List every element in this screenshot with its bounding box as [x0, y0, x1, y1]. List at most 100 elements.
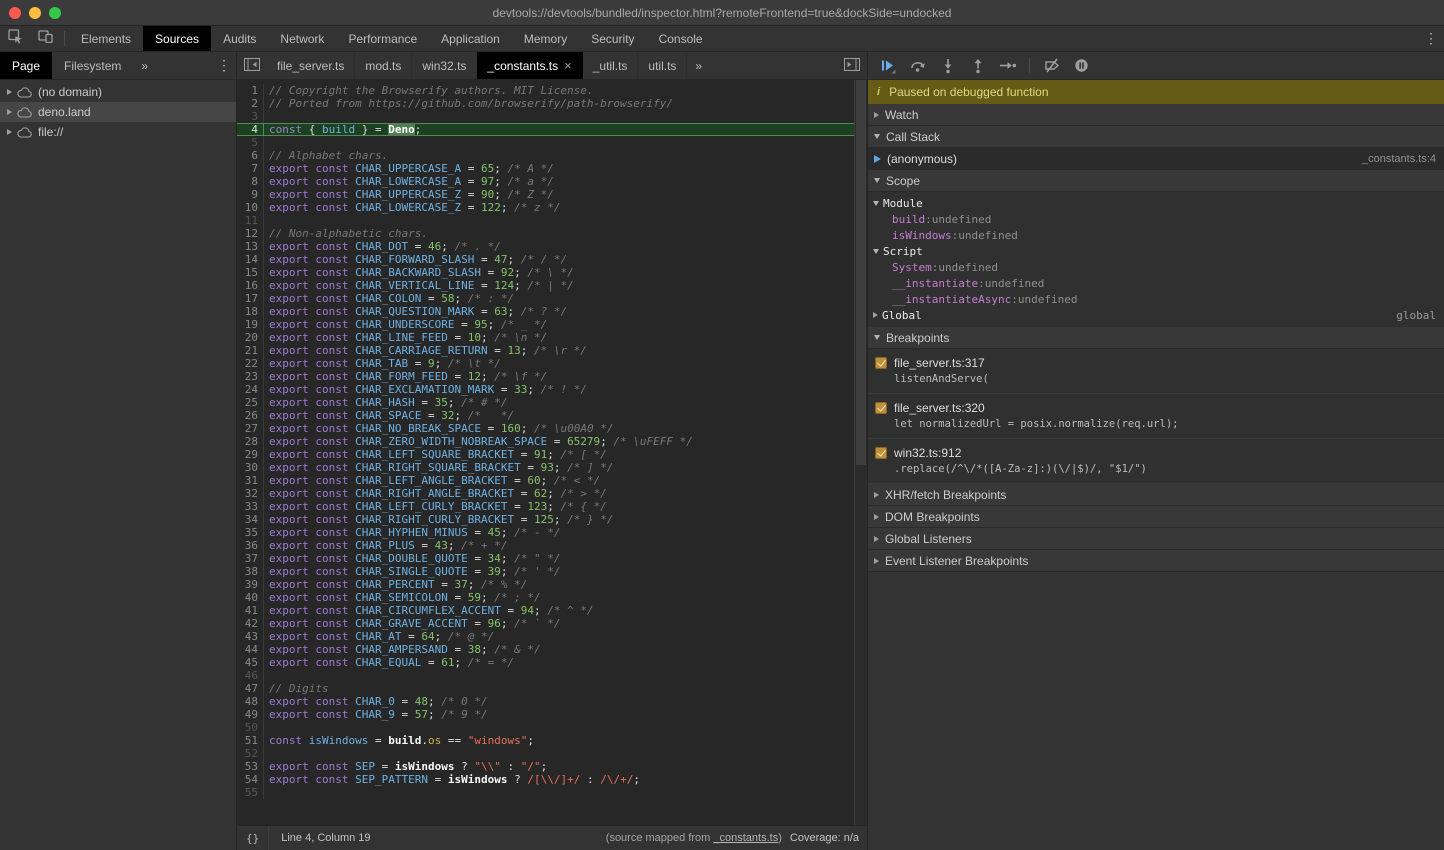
section-breakpoints[interactable]: Breakpoints — [868, 327, 1444, 349]
line-number[interactable]: 41 — [237, 604, 264, 617]
line-number[interactable]: 48 — [237, 695, 264, 708]
line-number[interactable]: 45 — [237, 656, 264, 669]
step-button[interactable] — [994, 54, 1021, 78]
hide-navigator-button[interactable] — [237, 52, 267, 79]
hide-debugger-sidebar-button[interactable] — [837, 52, 867, 79]
code-editor[interactable]: 1// Copyright the Browserify authors. MI… — [237, 80, 867, 825]
line-number[interactable]: 33 — [237, 500, 264, 513]
line-number[interactable]: 4 — [237, 123, 264, 136]
line-number[interactable]: 31 — [237, 474, 264, 487]
line-number[interactable]: 53 — [237, 760, 264, 773]
tree-item-no-domain[interactable]: (no domain) — [0, 82, 236, 102]
line-number[interactable]: 13 — [237, 240, 264, 253]
navigator-tab-filesystem[interactable]: Filesystem — [52, 52, 133, 79]
file-tab-util-ts[interactable]: _util.ts — [583, 52, 639, 79]
line-number[interactable]: 38 — [237, 565, 264, 578]
tab-application[interactable]: Application — [429, 26, 512, 51]
navigator-overflow-button[interactable]: » — [133, 52, 156, 79]
tab-security[interactable]: Security — [579, 26, 646, 51]
section-xhr-fetch-breakpoints[interactable]: XHR/fetch Breakpoints — [868, 484, 1444, 506]
section-call-stack[interactable]: Call Stack — [868, 126, 1444, 148]
maximize-window-button[interactable] — [49, 7, 61, 19]
scope-property[interactable]: __instantiate: undefined — [868, 275, 1444, 291]
line-number[interactable]: 10 — [237, 201, 264, 214]
file-tab-constants-ts[interactable]: _constants.ts× — [477, 52, 582, 79]
close-tab-icon[interactable]: × — [564, 59, 572, 72]
line-number[interactable]: 20 — [237, 331, 264, 344]
line-number[interactable]: 12 — [237, 227, 264, 240]
line-number[interactable]: 28 — [237, 435, 264, 448]
navigator-tab-page[interactable]: Page — [0, 52, 52, 79]
line-number[interactable]: 14 — [237, 253, 264, 266]
editor-scrollbar[interactable] — [854, 80, 867, 825]
breakpoint-location[interactable]: file_server.ts:317 — [894, 356, 985, 370]
line-number[interactable]: 47 — [237, 682, 264, 695]
resume-button[interactable] — [874, 54, 901, 78]
line-number[interactable]: 37 — [237, 552, 264, 565]
breakpoint-snippet[interactable]: let normalizedUrl = posix.normalize(req.… — [868, 416, 1444, 432]
line-number[interactable]: 22 — [237, 357, 264, 370]
line-number[interactable]: 39 — [237, 578, 264, 591]
line-number[interactable]: 51 — [237, 734, 264, 747]
scope-property[interactable]: System: undefined — [868, 259, 1444, 275]
step-over-button[interactable] — [904, 54, 931, 78]
line-number[interactable]: 49 — [237, 708, 264, 721]
breakpoint-snippet[interactable]: listenAndServe( — [868, 371, 1444, 387]
line-number[interactable]: 1 — [237, 84, 264, 97]
line-number[interactable]: 46 — [237, 669, 264, 682]
line-number[interactable]: 26 — [237, 409, 264, 422]
tab-sources[interactable]: Sources — [143, 26, 211, 51]
tab-memory[interactable]: Memory — [512, 26, 579, 51]
line-number[interactable]: 19 — [237, 318, 264, 331]
close-window-button[interactable] — [9, 7, 21, 19]
tab-elements[interactable]: Elements — [69, 26, 143, 51]
breakpoint-location[interactable]: file_server.ts:320 — [894, 401, 985, 415]
file-tabs-overflow-button[interactable]: » — [687, 52, 710, 79]
inspect-element-button[interactable] — [0, 26, 30, 51]
line-number[interactable]: 44 — [237, 643, 264, 656]
breakpoint-checkbox[interactable] — [875, 447, 887, 459]
section-global-listeners[interactable]: Global Listeners — [868, 528, 1444, 550]
file-tab-win32-ts[interactable]: win32.ts — [412, 52, 477, 79]
line-number[interactable]: 30 — [237, 461, 264, 474]
line-number[interactable]: 29 — [237, 448, 264, 461]
scope-group-script[interactable]: Script — [868, 243, 1444, 259]
line-number[interactable]: 36 — [237, 539, 264, 552]
call-stack-frame[interactable]: (anonymous)_constants.ts:4 — [868, 148, 1444, 170]
line-number[interactable]: 15 — [237, 266, 264, 279]
section-event-listener-breakpoints[interactable]: Event Listener Breakpoints — [868, 550, 1444, 572]
line-number[interactable]: 25 — [237, 396, 264, 409]
line-number[interactable]: 55 — [237, 786, 264, 799]
line-number[interactable]: 52 — [237, 747, 264, 760]
deactivate-breakpoints-button[interactable] — [1038, 54, 1065, 78]
tree-item-deno-land[interactable]: deno.land — [0, 102, 236, 122]
scope-property[interactable]: build: undefined — [868, 211, 1444, 227]
pretty-print-button[interactable]: {} — [237, 826, 269, 850]
line-number[interactable]: 6 — [237, 149, 264, 162]
line-number[interactable]: 34 — [237, 513, 264, 526]
pause-on-exceptions-button[interactable] — [1068, 54, 1095, 78]
tab-audits[interactable]: Audits — [211, 26, 268, 51]
line-number[interactable]: 35 — [237, 526, 264, 539]
breakpoint-snippet[interactable]: .replace(/^\/*([A-Za-z]:)(\/|$)/, "$1/") — [868, 461, 1444, 477]
line-number[interactable]: 42 — [237, 617, 264, 630]
tab-console[interactable]: Console — [647, 26, 715, 51]
step-into-button[interactable] — [934, 54, 961, 78]
line-number[interactable]: 23 — [237, 370, 264, 383]
line-number[interactable]: 43 — [237, 630, 264, 643]
section-scope[interactable]: Scope — [868, 170, 1444, 192]
line-number[interactable]: 16 — [237, 279, 264, 292]
line-number[interactable]: 11 — [237, 214, 264, 227]
file-tab-mod-ts[interactable]: mod.ts — [355, 52, 412, 79]
tab-network[interactable]: Network — [268, 26, 336, 51]
breakpoint-checkbox[interactable] — [875, 402, 887, 414]
scope-property[interactable]: isWindows: undefined — [868, 227, 1444, 243]
file-tab-file-server-ts[interactable]: file_server.ts — [267, 52, 355, 79]
tab-performance[interactable]: Performance — [336, 26, 429, 51]
editor-scrollbar-thumb[interactable] — [856, 80, 866, 465]
line-number[interactable]: 54 — [237, 773, 264, 786]
line-number[interactable]: 24 — [237, 383, 264, 396]
scope-property[interactable]: __instantiateAsync: undefined — [868, 291, 1444, 307]
line-number[interactable]: 50 — [237, 721, 264, 734]
source-mapped-link[interactable]: _constants.ts — [713, 832, 778, 844]
